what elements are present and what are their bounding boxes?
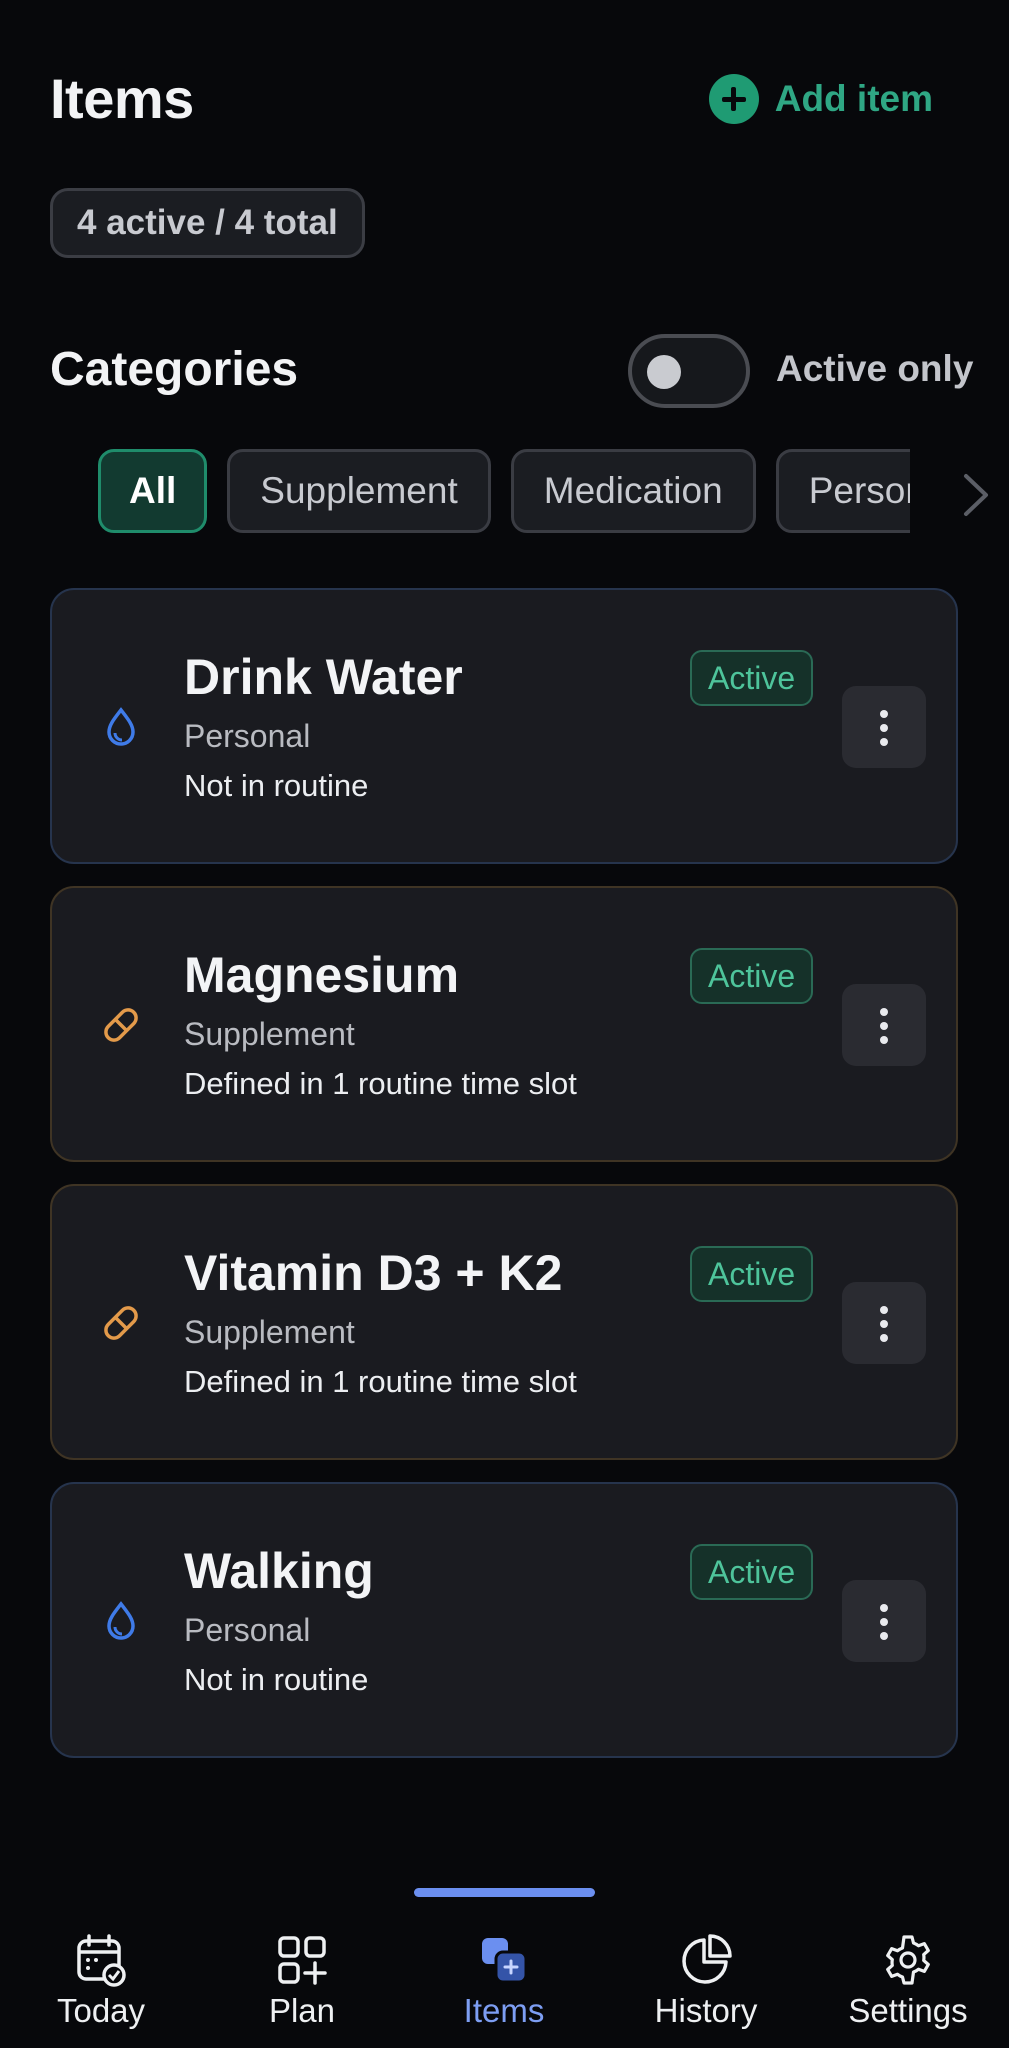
item-card[interactable]: Vitamin D3 + K2 Supplement Defined in 1 … xyxy=(50,1184,958,1460)
grid-plus-icon xyxy=(278,1936,327,1985)
nav-label: Settings xyxy=(848,1992,968,2029)
status-badge: Active xyxy=(690,1246,814,1302)
item-routine-status: Defined in 1 routine time slot xyxy=(184,1364,577,1399)
more-options-button[interactable] xyxy=(842,1282,926,1364)
active-only-label: Active only xyxy=(776,348,974,389)
gear-icon xyxy=(886,1935,930,1985)
more-vert-icon xyxy=(880,1306,888,1342)
toggle-knob xyxy=(647,355,681,389)
pill-icon xyxy=(104,1306,138,1340)
active-tab-indicator xyxy=(414,1888,595,1897)
chip-supplement[interactable]: Supplement xyxy=(227,449,491,533)
more-options-button[interactable] xyxy=(842,1580,926,1662)
more-vert-icon xyxy=(880,1008,888,1044)
chip-personal[interactable]: Personal xyxy=(775,449,910,533)
water-drop-icon xyxy=(107,1601,135,1640)
nav-label: Items xyxy=(463,1992,545,2029)
active-only-toggle[interactable] xyxy=(628,334,750,408)
page-title: Items xyxy=(50,67,194,130)
nav-items[interactable]: Items xyxy=(404,1920,604,2030)
items-stack-icon xyxy=(482,1938,528,1984)
nav-label: Today xyxy=(56,1992,146,2029)
nav-label: History xyxy=(654,1992,758,2029)
item-name: Walking xyxy=(184,1543,374,1599)
item-category: Personal xyxy=(184,1612,311,1648)
bottom-navigation: Today Plan Items History Settings xyxy=(0,1920,1009,2048)
item-name: Magnesium xyxy=(184,947,460,1003)
add-item-label: Add item xyxy=(774,78,933,119)
add-item-button[interactable]: Add item xyxy=(708,74,933,124)
status-badge: Active xyxy=(690,650,814,706)
item-name: Vitamin D3 + K2 xyxy=(184,1245,563,1301)
item-name: Drink Water xyxy=(184,649,463,705)
item-category: Supplement xyxy=(184,1314,355,1350)
categories-title: Categories xyxy=(50,343,299,396)
item-card[interactable]: Magnesium Supplement Defined in 1 routin… xyxy=(50,886,958,1162)
chip-medication[interactable]: Medication xyxy=(510,449,756,533)
status-badge: Active xyxy=(690,1544,814,1600)
item-category: Personal xyxy=(184,718,311,754)
nav-label: Plan xyxy=(268,1992,336,2029)
item-routine-status: Defined in 1 routine time slot xyxy=(184,1066,577,1101)
chip-all[interactable]: All xyxy=(98,449,208,533)
category-chips: All Supplement Medication Personal xyxy=(98,449,910,535)
item-card[interactable]: Walking Personal Not in routine Active xyxy=(50,1482,958,1758)
plus-circle-icon xyxy=(708,74,759,124)
water-drop-icon xyxy=(107,707,135,746)
more-vert-icon xyxy=(880,710,888,746)
item-count-badge: 4 active / 4 total xyxy=(50,188,365,258)
pill-icon xyxy=(104,1008,138,1042)
item-category: Supplement xyxy=(184,1016,355,1052)
more-vert-icon xyxy=(880,1604,888,1640)
nav-settings[interactable]: Settings xyxy=(808,1920,1008,2030)
calendar-check-icon xyxy=(77,1934,126,1987)
nav-history[interactable]: History xyxy=(606,1920,806,2030)
more-options-button[interactable] xyxy=(842,984,926,1066)
nav-plan[interactable]: Plan xyxy=(202,1920,402,2030)
item-routine-status: Not in routine xyxy=(184,1662,369,1697)
chevron-right-icon[interactable] xyxy=(958,470,992,520)
pie-chart-icon xyxy=(682,1934,732,1984)
item-card[interactable]: Drink Water Personal Not in routine Acti… xyxy=(50,588,958,864)
nav-today[interactable]: Today xyxy=(1,1920,201,2030)
status-badge: Active xyxy=(690,948,814,1004)
item-routine-status: Not in routine xyxy=(184,768,369,803)
more-options-button[interactable] xyxy=(842,686,926,768)
